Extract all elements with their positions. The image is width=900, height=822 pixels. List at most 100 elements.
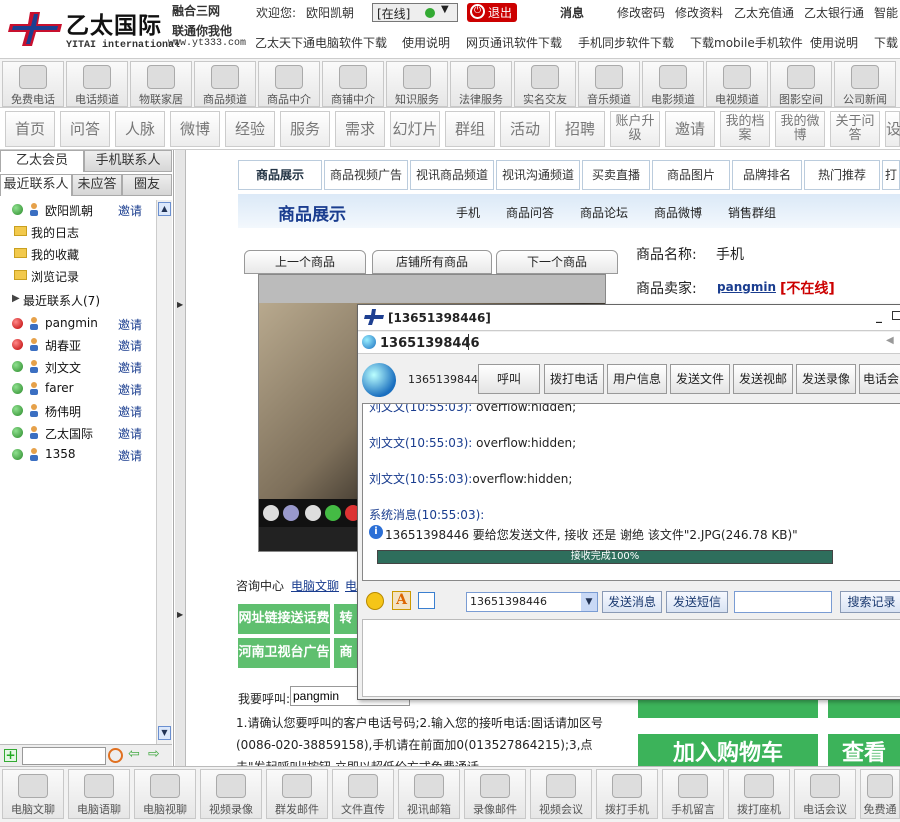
tab-goods-display[interactable]: 商品展示 [238,160,322,190]
invite-link[interactable]: 邀请 [118,381,142,398]
next-product-button[interactable]: 下一个商品 [496,250,618,274]
download-mobile-link[interactable]: 下载mobile手机软件 [690,34,803,52]
chat-input[interactable] [362,619,900,697]
tool-phone-conference[interactable]: 电话会议 [794,769,856,819]
invite-link[interactable]: 邀请 [118,447,142,464]
contact-item[interactable]: 胡春亚 邀请 [0,335,156,355]
tab-images[interactable]: 商品图片 [652,160,730,190]
tab-more[interactable]: 打 [882,160,900,190]
tab-video-ads[interactable]: 商品视频广告 [324,160,408,190]
scroll-left-icon[interactable]: ◀ [886,335,894,346]
sidebar-splitter[interactable]: ▶ ▶ [175,150,186,766]
goods-button[interactable]: 商 [334,638,358,668]
nav-my-profile[interactable]: 我的档案 [720,111,770,147]
tool-text-chat[interactable]: 电脑文聊 [2,769,64,819]
nav-groups[interactable]: 群组 [445,111,495,147]
download-link[interactable]: 下载 [874,34,898,52]
send-sms-button[interactable]: 发送短信 [666,591,728,613]
nav-qa[interactable]: 问答 [60,111,110,147]
smart-link[interactable]: 智能 [874,4,898,22]
help-link-1[interactable]: 使用说明 [402,34,450,52]
invite-link[interactable]: 邀请 [118,359,142,376]
edit-profile-link[interactable]: 修改资料 [675,4,723,22]
camera-icon[interactable] [283,505,299,521]
add-contact-icon[interactable]: + [4,749,17,762]
channel-movie[interactable]: 电影频道 [642,61,704,107]
channel-smart-home[interactable]: 物联家居 [130,61,192,107]
tab-mobile-contacts[interactable]: 手机联系人 [84,150,172,172]
nav-invite[interactable]: 邀请 [665,111,715,147]
invite-link[interactable]: 邀请 [118,316,142,333]
user-info-button[interactable]: 用户信息 [607,364,667,394]
contact-item[interactable]: 欧阳凯朝 邀请 [0,200,156,220]
channel-music[interactable]: 音乐频道 [578,61,640,107]
tab-circle[interactable]: 圈友 [122,174,172,196]
nav-network[interactable]: 人脉 [115,111,165,147]
nav-weibo[interactable]: 微博 [170,111,220,147]
arrow-left-icon[interactable]: ⇦ [128,746,140,762]
conference-button[interactable]: 电话会 [859,364,900,394]
tool-file-transfer[interactable]: 文件直传 [332,769,394,819]
nav-jobs[interactable]: 招聘 [555,111,605,147]
bank-link[interactable]: 乙太银行通 [804,4,864,22]
download-pc-link[interactable]: 乙太天下通电脑软件下载 [255,34,387,52]
tab-unanswered[interactable]: 未应答 [72,174,122,196]
username[interactable]: 欧阳凯朝 [306,4,354,22]
send-file-button[interactable]: 发送文件 [670,364,730,394]
channel-gallery[interactable]: 图影空间 [770,61,832,107]
tool-video-mailbox[interactable]: 视讯邮箱 [398,769,460,819]
messages-link[interactable]: 消息 [560,4,584,22]
consult-more-link[interactable]: 电 [345,577,357,594]
subtab-qa[interactable]: 商品问答 [506,204,554,221]
contact-item[interactable]: pangmin 邀请 [0,314,156,334]
stop-icon[interactable] [263,505,279,521]
seller-link[interactable]: pangmin [717,280,776,294]
contact-item[interactable]: 1358 邀请 [0,445,156,465]
channel-phone[interactable]: 电话频道 [66,61,128,107]
recent-group[interactable]: ▶ 最近联系人(7) [0,290,156,310]
tool-mobile-message[interactable]: 手机留言 [662,769,724,819]
contact-avatar[interactable] [362,363,396,397]
tool-video-conference[interactable]: 视频会议 [530,769,592,819]
tab-video-channel[interactable]: 视讯商品频道 [410,160,494,190]
arrow-right-icon[interactable]: ⇨ [148,746,160,762]
recharge-link[interactable]: 乙太充值通 [734,4,794,22]
contact-item[interactable]: 杨伟明 邀请 [0,401,156,421]
call-icon[interactable] [325,505,341,521]
nav-my-weibo[interactable]: 我的微博 [775,111,825,147]
chat-search-input[interactable] [734,591,832,613]
tab-members[interactable]: 乙太会员 [0,150,84,172]
transfer-button[interactable]: 转 [334,604,358,634]
subtab-sales-group[interactable]: 销售群组 [728,204,776,221]
search-icon[interactable] [108,748,123,763]
send-videomail-button[interactable]: 发送视邮 [733,364,793,394]
tool-video-record[interactable]: 视频录像 [200,769,262,819]
channel-legal[interactable]: 法律服务 [450,61,512,107]
nav-settings[interactable]: 设 [885,111,900,147]
tab-chat-channel[interactable]: 视讯沟通频道 [496,160,580,190]
change-password-link[interactable]: 修改密码 [617,4,665,22]
search-history-button[interactable]: 搜索记录 [840,591,900,613]
collapse-arrow-icon[interactable]: ▶ [177,610,183,619]
calculator-icon[interactable] [305,505,321,521]
invite-link[interactable]: 邀请 [118,337,142,354]
invite-link[interactable]: 邀请 [118,202,142,219]
channel-tv[interactable]: 电视频道 [706,61,768,107]
scroll-up-icon[interactable]: ▲ [158,202,171,216]
emoji-icon[interactable] [366,592,384,610]
scroll-down-icon[interactable]: ▼ [158,726,171,740]
tool-record-mail[interactable]: 录像邮件 [464,769,526,819]
channel-goods-agent[interactable]: 商品中介 [258,61,320,107]
channel-dating[interactable]: 实名交友 [514,61,576,107]
tool-mass-mail[interactable]: 群发邮件 [266,769,328,819]
nav-experience[interactable]: 经验 [225,111,275,147]
status-select[interactable]: [在线] ▼ [372,3,458,22]
channel-knowledge[interactable]: 知识服务 [386,61,448,107]
collapse-arrow-icon[interactable]: ▶ [177,300,183,309]
channel-shop-agent[interactable]: 商铺中介 [322,61,384,107]
minimize-icon[interactable]: _ [876,309,882,323]
consult-text-chat-link[interactable]: 电脑文聊 [291,577,339,594]
tool-free-call[interactable]: 免费通 [860,769,900,819]
tool-voice-chat[interactable]: 电脑语聊 [68,769,130,819]
tool-dial-mobile[interactable]: 拨打手机 [596,769,658,819]
